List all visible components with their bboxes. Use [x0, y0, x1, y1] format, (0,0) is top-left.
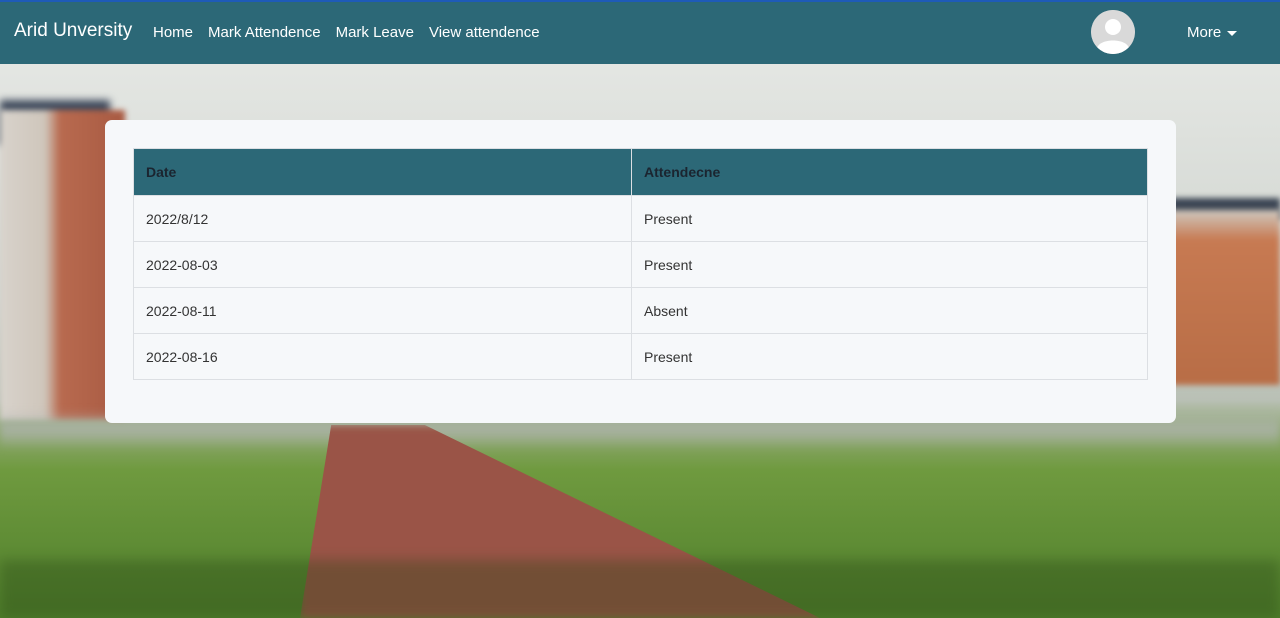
navbar: Arid Unversity Home Mark Attendence Mark…: [0, 0, 1280, 64]
attendance-card: Date Attendecne 2022/8/12 Present 2022-0…: [105, 120, 1176, 423]
user-avatar-icon[interactable]: [1091, 10, 1135, 54]
cell-status: Absent: [631, 287, 1148, 334]
cell-date: 2022-08-03: [133, 241, 632, 288]
nav-view-attendence-link[interactable]: View attendence: [429, 24, 540, 41]
table-row: 2022/8/12 Present: [133, 195, 1148, 242]
cell-date: 2022-08-16: [133, 333, 632, 380]
table-row: 2022-08-16 Present: [133, 333, 1148, 380]
cell-date: 2022-08-11: [133, 287, 632, 334]
attendance-table: Date Attendecne 2022/8/12 Present 2022-0…: [133, 148, 1148, 380]
caret-down-icon: [1227, 30, 1238, 36]
cell-status: Present: [631, 241, 1148, 288]
table-header-row: Date Attendecne: [133, 148, 1148, 196]
nav-links: Home Mark Attendence Mark Leave View att…: [153, 24, 540, 41]
cell-status: Present: [631, 333, 1148, 380]
table-row: 2022-08-03 Present: [133, 241, 1148, 288]
table-row: 2022-08-11 Absent: [133, 287, 1148, 334]
header-date: Date: [133, 148, 632, 196]
more-dropdown[interactable]: More: [1187, 24, 1238, 41]
nav-mark-attendence-link[interactable]: Mark Attendence: [208, 24, 321, 41]
more-label: More: [1187, 24, 1222, 41]
header-attendance: Attendecne: [631, 148, 1148, 196]
brand-title[interactable]: Arid Unversity: [14, 20, 132, 42]
cell-status: Present: [631, 195, 1148, 242]
nav-mark-leave-link[interactable]: Mark Leave: [336, 24, 414, 41]
nav-home-link[interactable]: Home: [153, 24, 193, 41]
cell-date: 2022/8/12: [133, 195, 632, 242]
